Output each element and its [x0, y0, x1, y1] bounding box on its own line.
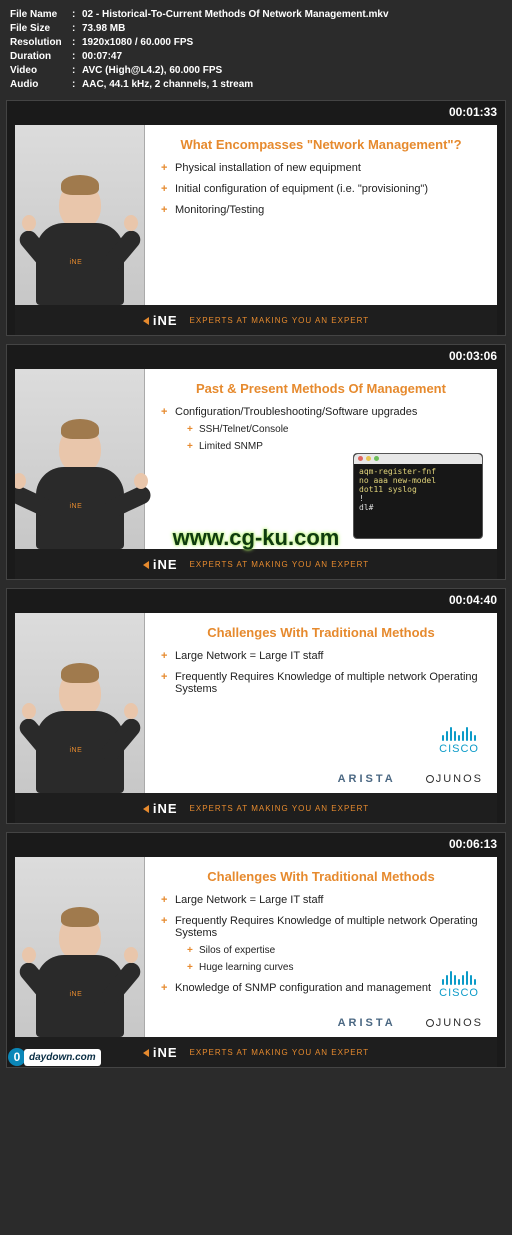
presenter-video: iNE — [15, 613, 145, 793]
meta-duration: 00:07:47 — [82, 50, 122, 64]
slide-content: Challenges With Traditional Methods Large… — [145, 857, 497, 1037]
slide-bullet: Frequently Requires Knowledge of multipl… — [161, 671, 481, 695]
terminal-line: dl# — [359, 503, 477, 512]
meta-video: AVC (High@L4.2), 60.000 FPS — [82, 64, 222, 78]
thumbnail-grid: 00:01:33iNEWhat Encompasses "Network Man… — [0, 100, 512, 1086]
meta-filename: 02 - Historical-To-Current Methods Of Ne… — [82, 8, 389, 22]
slide-title: Past & Present Methods Of Management — [161, 381, 481, 396]
slide-sub-bullet: Silos of expertise — [175, 945, 481, 956]
slide-bullet: Large Network = Large IT staff — [161, 650, 481, 662]
brand-footer: iNE EXPERTS AT MAKING YOU AN EXPERT — [15, 549, 497, 579]
slide-bullet: Large Network = Large IT staff — [161, 894, 481, 906]
video-thumbnail[interactable]: 00:03:06iNEPast & Present Methods Of Man… — [6, 344, 506, 580]
terminal-line: dot11 syslog — [359, 485, 477, 494]
watermark-cgku: www.cg-ku.com — [173, 525, 340, 551]
presenter-video: iNE — [15, 857, 145, 1037]
meta-label-filename: File Name — [10, 8, 72, 22]
timecode: 00:06:13 — [441, 833, 505, 855]
video-thumbnail[interactable]: 00:04:40iNEChallenges With Traditional M… — [6, 588, 506, 824]
ine-tagline: EXPERTS AT MAKING YOU AN EXPERT — [190, 316, 370, 325]
slide-title: Challenges With Traditional Methods — [161, 869, 481, 884]
meta-label-duration: Duration — [10, 50, 72, 64]
slide-sub-bullet: SSH/Telnet/Console — [175, 424, 481, 435]
meta-audio: AAC, 44.1 kHz, 2 channels, 1 stream — [82, 78, 253, 92]
slide-sub-bullet: Limited SNMP — [175, 441, 481, 452]
junos-logo: JUNOS — [426, 1017, 483, 1029]
presenter-video: iNE — [15, 369, 145, 549]
slide-title: Challenges With Traditional Methods — [161, 625, 481, 640]
watermark-0daydown: 0daydown.com — [8, 1048, 101, 1066]
ine-tagline: EXPERTS AT MAKING YOU AN EXPERT — [190, 1048, 370, 1057]
slide-title: What Encompasses "Network Management"? — [161, 137, 481, 152]
meta-label-resolution: Resolution — [10, 36, 72, 50]
ine-tagline: EXPERTS AT MAKING YOU AN EXPERT — [190, 804, 370, 813]
slide-content: Challenges With Traditional Methods Large… — [145, 613, 497, 793]
brand-footer: iNE EXPERTS AT MAKING YOU AN EXPERT — [15, 793, 497, 823]
slide-bullet: Monitoring/Testing — [161, 204, 481, 216]
terminal-window: aqm-register-fnfno aaa new-modeldot11 sy… — [353, 453, 483, 539]
junos-logo: JUNOS — [426, 773, 483, 785]
presenter-video: iNE — [15, 125, 145, 305]
meta-label-video: Video — [10, 64, 72, 78]
meta-label-filesize: File Size — [10, 22, 72, 36]
ine-logo-icon: iNE — [143, 801, 178, 816]
arista-logo: ARISTA — [338, 1017, 396, 1029]
slide-bullet: Knowledge of SNMP configuration and mana… — [161, 982, 481, 994]
slide-bullet: Frequently Requires Knowledge of multipl… — [161, 915, 481, 973]
ine-logo-icon: iNE — [143, 557, 178, 572]
terminal-line: aqm-register-fnf — [359, 467, 477, 476]
cisco-logo: CISCO — [439, 723, 479, 755]
video-thumbnail[interactable]: 00:01:33iNEWhat Encompasses "Network Man… — [6, 100, 506, 336]
meta-resolution: 1920x1080 / 60.000 FPS — [82, 36, 193, 50]
ine-logo-icon: iNE — [143, 313, 178, 328]
arista-logo: ARISTA — [338, 773, 396, 785]
meta-label-audio: Audio — [10, 78, 72, 92]
slide-bullet: Initial configuration of equipment (i.e.… — [161, 183, 481, 195]
brand-footer: iNE EXPERTS AT MAKING YOU AN EXPERT — [15, 305, 497, 335]
terminal-line: ! — [359, 494, 477, 503]
ine-tagline: EXPERTS AT MAKING YOU AN EXPERT — [190, 560, 370, 569]
cisco-logo: CISCO — [439, 967, 479, 999]
timecode: 00:03:06 — [441, 345, 505, 367]
slide-bullet: Physical installation of new equipment — [161, 162, 481, 174]
timecode: 00:04:40 — [441, 589, 505, 611]
timecode: 00:01:33 — [441, 101, 505, 123]
terminal-line: no aaa new-model — [359, 476, 477, 485]
slide-sub-bullet: Huge learning curves — [175, 962, 481, 973]
slide-content: What Encompasses "Network Management"? Ph… — [145, 125, 497, 305]
video-thumbnail[interactable]: 00:06:13iNEChallenges With Traditional M… — [6, 832, 506, 1068]
slide-bullet: Configuration/Troubleshooting/Software u… — [161, 406, 481, 452]
meta-filesize: 73.98 MB — [82, 22, 125, 36]
slide-content: Past & Present Methods Of Management Conf… — [145, 369, 497, 549]
file-metadata: File Name:02 - Historical-To-Current Met… — [0, 0, 512, 100]
ine-logo-icon: iNE — [143, 1045, 178, 1060]
